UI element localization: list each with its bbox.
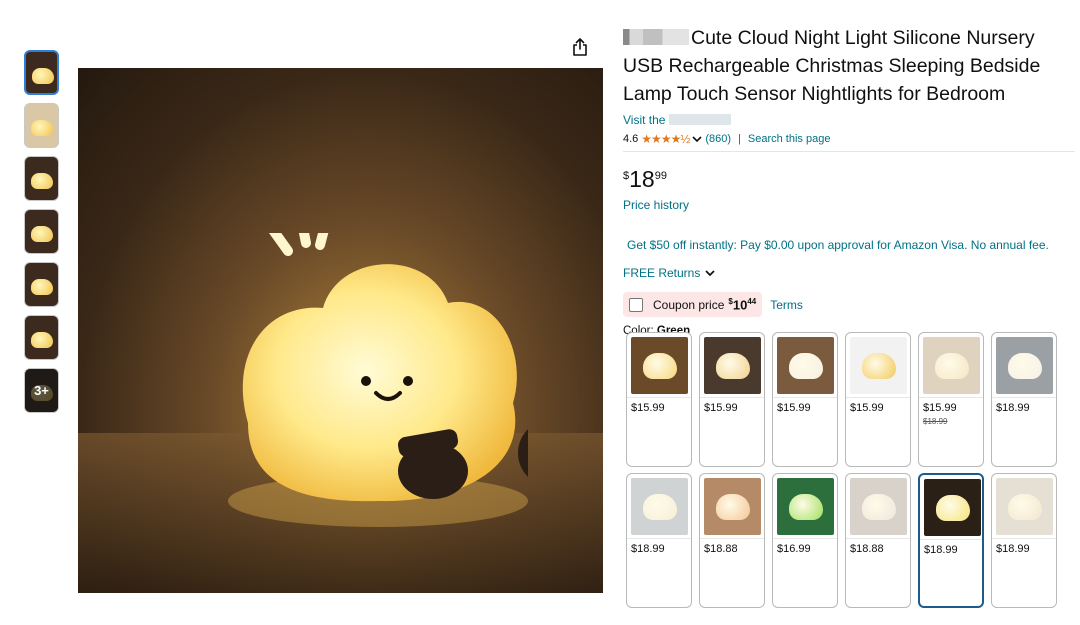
main-product-image[interactable] — [78, 68, 603, 593]
star-rating-icon[interactable]: ★★★★½ — [641, 132, 690, 146]
rating-row: 4.6 ★★★★½ (860) | Search this page — [623, 132, 1073, 146]
swatch-image — [631, 337, 688, 394]
price: $ 18 99 — [623, 166, 667, 192]
swatch-old-price: $18.99 — [923, 417, 948, 426]
product-title: Cute Cloud Night Light Silicone Nursery … — [623, 27, 1041, 105]
swatch-price: $15.99 — [923, 402, 957, 414]
color-swatch[interactable]: $16.99 — [772, 473, 838, 608]
thumbnail-more[interactable]: 3+ — [24, 368, 59, 413]
color-swatch[interactable]: $18.99 — [991, 473, 1057, 608]
thumbnail-strip: 3+ — [24, 50, 60, 421]
coupon-checkbox[interactable] — [629, 297, 643, 312]
free-returns-link[interactable]: FREE Returns — [623, 266, 1073, 280]
coupon-label: Coupon price — [653, 297, 725, 312]
color-swatch[interactable]: $18.99 — [918, 473, 984, 608]
divider: | — [738, 133, 741, 145]
color-swatch[interactable]: $18.99 — [991, 332, 1057, 467]
color-swatch[interactable]: $15.99 — [772, 332, 838, 467]
review-count-link[interactable]: (860) — [705, 133, 731, 145]
swatch-image — [850, 337, 907, 394]
swatch-price: $18.88 — [704, 543, 738, 555]
swatch-price: $16.99 — [777, 543, 811, 555]
swatch-price: $18.99 — [924, 544, 958, 556]
share-icon[interactable] — [572, 38, 588, 56]
color-swatch[interactable]: $18.88 — [845, 473, 911, 608]
coupon-price: $1044 — [728, 296, 757, 313]
swatch-image — [924, 479, 981, 536]
swatch-image — [996, 478, 1053, 535]
swatch-image — [631, 478, 688, 535]
more-thumbnails-label: 3+ — [25, 369, 58, 412]
search-page-link[interactable]: Search this page — [748, 133, 831, 145]
swatch-image — [777, 337, 834, 394]
chevron-down-icon[interactable] — [692, 135, 702, 143]
thumbnail-1[interactable] — [24, 50, 59, 95]
swatch-price: $15.99 — [850, 402, 884, 414]
divider-line — [623, 151, 1075, 152]
color-swatch[interactable]: $15.99 — [626, 332, 692, 467]
swatch-price: $18.99 — [996, 543, 1030, 555]
thumbnail-4[interactable] — [24, 209, 59, 254]
color-swatch[interactable]: $18.99 — [626, 473, 692, 608]
swatch-price: $15.99 — [631, 402, 665, 414]
swatch-price: $18.99 — [996, 402, 1030, 414]
thumbnail-6[interactable] — [24, 315, 59, 360]
coupon-row: Coupon price $1044 Terms — [623, 292, 1073, 317]
rating-value: 4.6 — [623, 133, 639, 145]
swatch-image — [996, 337, 1053, 394]
brand-redacted — [623, 29, 689, 45]
thumbnail-2[interactable] — [24, 103, 59, 148]
thumbnail-3[interactable] — [24, 156, 59, 201]
swatch-price: $18.99 — [631, 543, 665, 555]
swatch-image — [704, 478, 761, 535]
swatch-image — [704, 337, 761, 394]
color-swatch[interactable]: $15.99 $18.99 — [918, 332, 984, 467]
cloud-lamp-illustration — [228, 233, 528, 527]
swatch-price: $15.99 — [777, 402, 811, 414]
swatch-image — [923, 337, 980, 394]
coupon-box[interactable]: Coupon price $1044 — [623, 292, 763, 317]
color-swatch[interactable]: $18.88 — [699, 473, 765, 608]
visit-store-link[interactable]: Visit the — [623, 113, 1073, 127]
price-history-link[interactable]: Price history — [623, 198, 1073, 212]
color-swatch[interactable]: $15.99 — [699, 332, 765, 467]
thumbnail-5[interactable] — [24, 262, 59, 307]
swatch-price: $15.99 — [704, 402, 738, 414]
card-offer-link[interactable]: Get $50 off instantly: Pay $0.00 upon ap… — [623, 238, 1073, 252]
swatch-image — [850, 478, 907, 535]
store-name-redacted — [668, 114, 731, 125]
swatch-price: $18.88 — [850, 543, 884, 555]
chevron-down-icon — [705, 270, 715, 277]
swatch-image — [777, 478, 834, 535]
product-details: Cute Cloud Night Light Silicone Nursery … — [623, 24, 1075, 337]
color-swatch[interactable]: $15.99 — [845, 332, 911, 467]
terms-link[interactable]: Terms — [770, 298, 803, 312]
